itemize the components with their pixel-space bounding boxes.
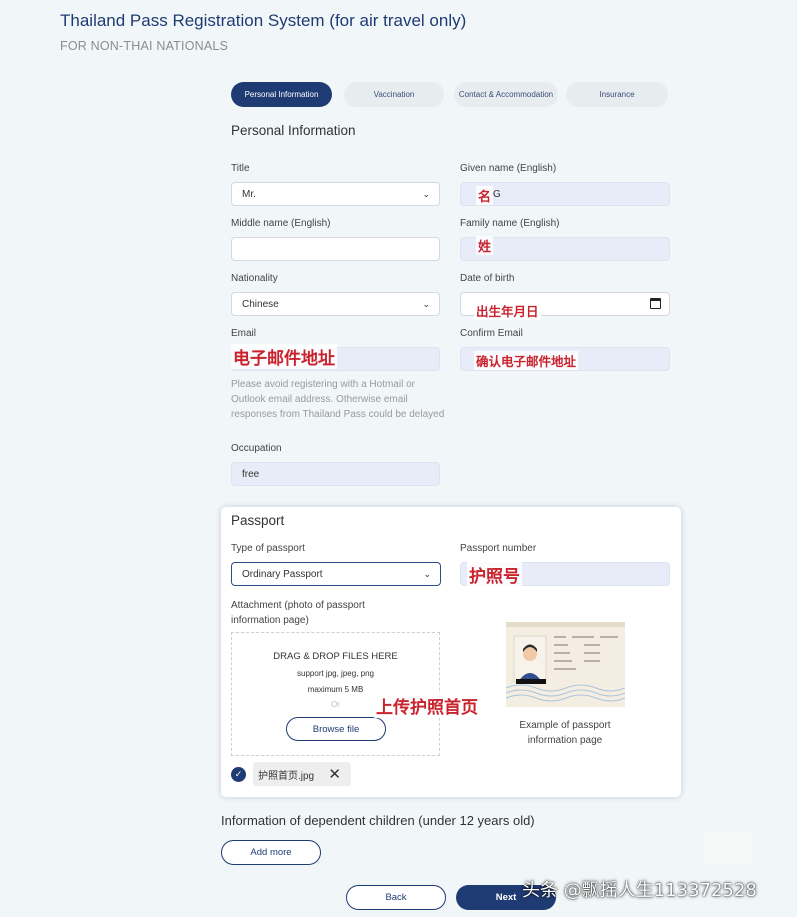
children-section-title: Information of dependent children (under… bbox=[221, 813, 535, 828]
step-vaccination[interactable]: Vaccination bbox=[344, 82, 444, 107]
dropzone-title: DRAG & DROP FILES HERE bbox=[273, 651, 398, 662]
page-title: Thailand Pass Registration System (for a… bbox=[60, 11, 467, 30]
dropzone-support: support jpg, jpeg, png bbox=[297, 669, 374, 678]
uploaded-file-chip: 护照首页.jpg ✕ bbox=[253, 762, 351, 786]
step-insurance[interactable]: Insurance bbox=[566, 82, 668, 107]
attachment-label: Attachment (photo of passport informatio… bbox=[231, 600, 365, 626]
nationality-select[interactable]: Chinese ⌄ bbox=[231, 292, 440, 316]
title-select-value: Mr. bbox=[242, 188, 256, 200]
check-icon: ✓ bbox=[231, 767, 246, 782]
watermark-patch bbox=[704, 832, 752, 864]
given-name-label: Given name (English) bbox=[460, 163, 557, 174]
browse-file-button[interactable]: Browse file bbox=[286, 717, 386, 741]
title-label: Title bbox=[231, 163, 250, 174]
back-button[interactable]: Back bbox=[346, 885, 446, 910]
step-contact-accommodation[interactable]: Contact & Accommodation bbox=[454, 82, 558, 107]
passport-example-image bbox=[506, 622, 625, 707]
occupation-label: Occupation bbox=[231, 443, 282, 454]
middle-name-label: Middle name (English) bbox=[231, 218, 331, 229]
dob-label: Date of birth bbox=[460, 273, 515, 284]
passport-type-value: Ordinary Passport bbox=[242, 568, 323, 580]
family-name-label: Family name (English) bbox=[460, 218, 560, 229]
nationality-label: Nationality bbox=[231, 273, 278, 284]
middle-name-input[interactable] bbox=[231, 237, 440, 261]
annotation-family-name: 姓 bbox=[476, 236, 494, 255]
email-hint: Please avoid registering with a Hotmail … bbox=[231, 379, 445, 420]
nationality-select-value: Chinese bbox=[242, 298, 279, 310]
confirm-email-label: Confirm Email bbox=[460, 328, 523, 339]
annotation-email: 电子邮件地址 bbox=[231, 344, 337, 369]
passport-type-select[interactable]: Ordinary Passport ⌄ bbox=[231, 562, 441, 586]
calendar-icon[interactable] bbox=[650, 298, 661, 309]
chevron-down-icon: ⌄ bbox=[423, 569, 431, 579]
watermark-text: 头条 @飘摇人生113372528 bbox=[522, 880, 757, 901]
passport-number-label: Passport number bbox=[460, 543, 537, 554]
uploaded-file-name: 护照首页.jpg bbox=[258, 770, 315, 782]
occupation-value: free bbox=[242, 468, 260, 480]
add-more-button[interactable]: Add more bbox=[221, 840, 321, 865]
annotation-dob: 出生年月日 bbox=[474, 301, 541, 320]
passport-type-label: Type of passport bbox=[231, 543, 305, 554]
chevron-down-icon: ⌄ bbox=[422, 189, 430, 199]
annotation-given-name: 名 bbox=[476, 186, 494, 205]
step-personal-information[interactable]: Personal Information bbox=[231, 82, 332, 107]
section-title-passport: Passport bbox=[231, 513, 285, 528]
example-caption: Example of passport information page bbox=[519, 720, 611, 746]
chevron-down-icon: ⌄ bbox=[422, 299, 430, 309]
remove-file-icon[interactable]: ✕ bbox=[328, 765, 341, 783]
given-name-value: G bbox=[493, 188, 501, 200]
title-select[interactable]: Mr. ⌄ bbox=[231, 182, 440, 206]
passport-illustration bbox=[506, 622, 625, 707]
annotation-passport-number: 护照号 bbox=[467, 562, 522, 587]
annotation-upload: 上传护照首页 bbox=[374, 693, 480, 718]
occupation-input[interactable]: free bbox=[231, 462, 440, 486]
email-label: Email bbox=[231, 328, 257, 339]
section-title-personal: Personal Information bbox=[231, 123, 356, 138]
annotation-confirm-email: 确认电子邮件地址 bbox=[474, 351, 579, 370]
page-subtitle: FOR NON-THAI NATIONALS bbox=[60, 39, 229, 53]
